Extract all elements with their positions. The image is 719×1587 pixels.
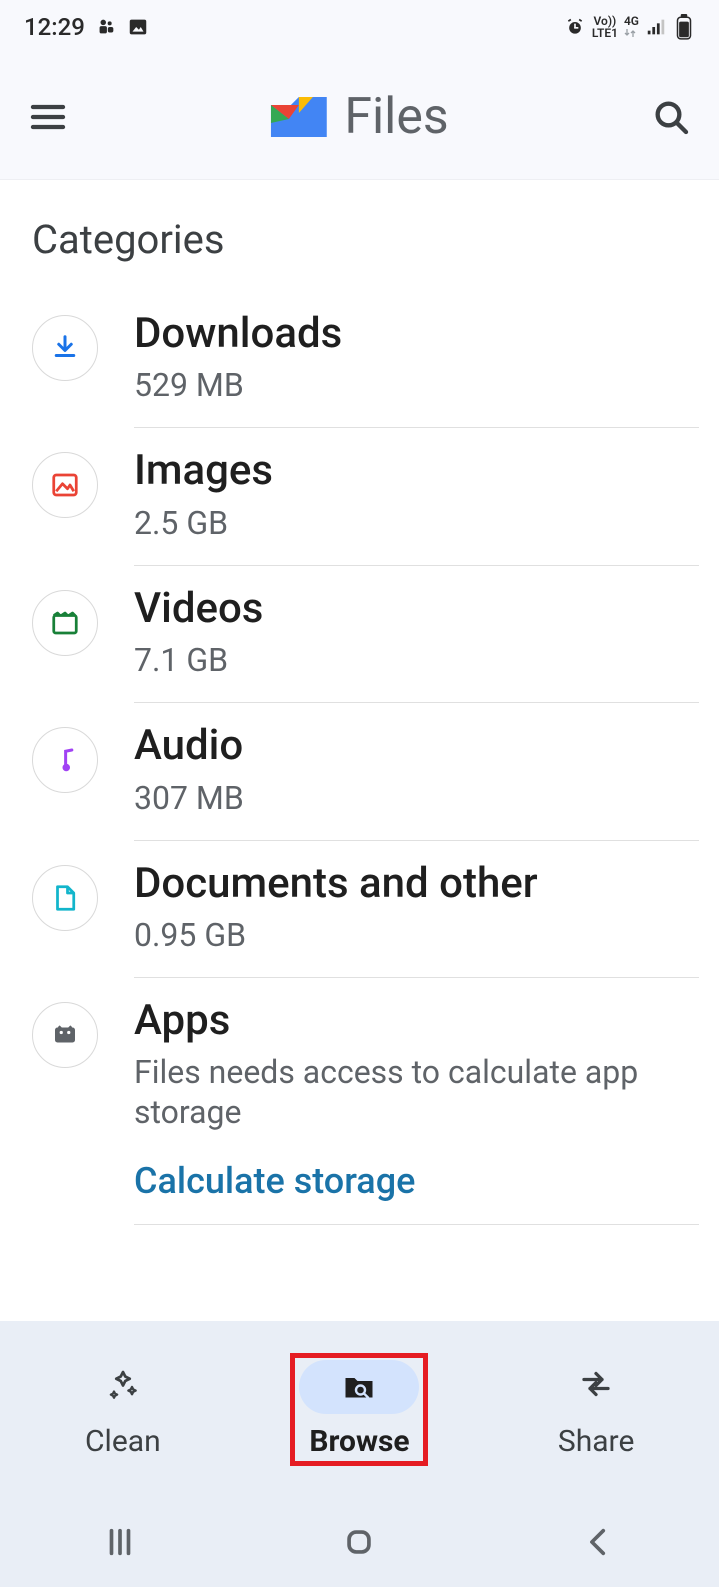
image-icon [32, 452, 98, 518]
category-name: Documents and other [134, 859, 699, 909]
category-name: Images [134, 446, 699, 496]
recents-button[interactable] [98, 1520, 142, 1564]
bottom-nav: Clean Browse Share [0, 1321, 719, 1497]
category-size: 529 MB [134, 365, 699, 405]
video-icon [32, 590, 98, 656]
nav-label: Share [558, 1424, 634, 1459]
nav-label: Clean [85, 1424, 161, 1459]
nav-clean[interactable]: Clean [45, 1352, 201, 1467]
nav-browse[interactable]: Browse [290, 1353, 428, 1466]
status-left: 12:29 [24, 13, 149, 41]
category-images[interactable]: Images 2.5 GB [0, 428, 719, 565]
status-time: 12:29 [24, 13, 85, 41]
share-icon [536, 1360, 656, 1414]
battery-icon [673, 16, 695, 38]
menu-button[interactable] [24, 93, 72, 141]
audio-icon [32, 727, 98, 793]
status-bar: 12:29 Vo))LTE1 4G [0, 0, 719, 54]
category-audio[interactable]: Audio 307 MB [0, 703, 719, 840]
back-button[interactable] [577, 1520, 621, 1564]
network-gen: 4G [624, 15, 639, 39]
category-apps[interactable]: Apps Files needs access to calculate app… [0, 978, 719, 1225]
home-button[interactable] [337, 1520, 381, 1564]
calculate-storage-link[interactable]: Calculate storage [134, 1160, 699, 1202]
volte-indicator: Vo))LTE1 [592, 15, 618, 39]
categories-heading: Categories [0, 204, 719, 291]
teams-icon [95, 16, 117, 38]
status-right: Vo))LTE1 4G [564, 15, 695, 39]
app-title-group: Files [270, 88, 448, 146]
download-icon [32, 315, 98, 381]
category-size: Files needs access to calculate app stor… [134, 1052, 699, 1132]
content-area: Categories Downloads 529 MB Images 2.5 G… [0, 180, 719, 1321]
search-button[interactable] [647, 93, 695, 141]
category-size: 2.5 GB [134, 503, 699, 543]
browse-icon [299, 1360, 419, 1414]
category-downloads[interactable]: Downloads 529 MB [0, 291, 719, 428]
category-size: 7.1 GB [134, 640, 699, 680]
category-size: 307 MB [134, 778, 699, 818]
picture-notification-icon [127, 16, 149, 38]
category-videos[interactable]: Videos 7.1 GB [0, 566, 719, 703]
category-documents[interactable]: Documents and other 0.95 GB [0, 841, 719, 978]
nav-label: Browse [309, 1424, 409, 1459]
category-name: Apps [134, 996, 699, 1046]
nav-share[interactable]: Share [518, 1352, 674, 1467]
category-name: Videos [134, 584, 699, 634]
files-logo-icon [270, 97, 326, 137]
system-nav-bar [0, 1497, 719, 1587]
alarm-icon [564, 16, 586, 38]
category-name: Audio [134, 721, 699, 771]
clean-icon [63, 1360, 183, 1414]
signal-icon [645, 16, 667, 38]
app-bar: Files [0, 54, 719, 180]
category-size: 0.95 GB [134, 915, 699, 955]
document-icon [32, 865, 98, 931]
category-name: Downloads [134, 309, 699, 359]
app-title: Files [344, 88, 448, 146]
apps-icon [32, 1002, 98, 1068]
